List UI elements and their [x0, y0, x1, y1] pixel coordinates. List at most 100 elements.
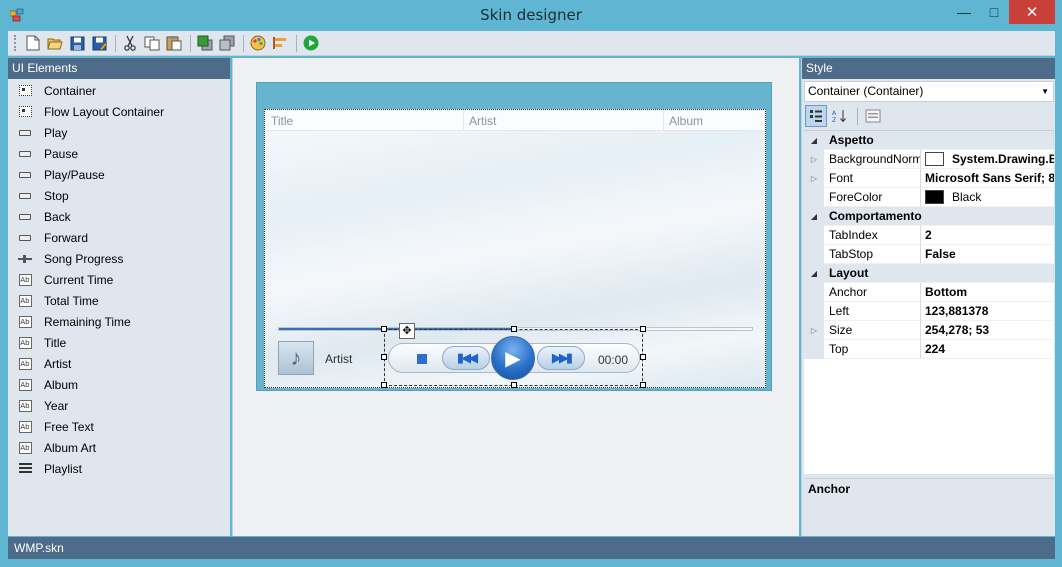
property-value[interactable]: Microsoft Sans Serif; 8,25pt [921, 169, 1054, 188]
column-title[interactable]: Title [266, 111, 464, 130]
collapse-icon[interactable]: ◢ [804, 264, 824, 283]
save-as-icon[interactable] [89, 33, 109, 53]
resize-handle[interactable] [640, 382, 646, 388]
close-button[interactable]: ✕ [1009, 0, 1055, 24]
ui-element-item[interactable]: Play/Pause [8, 164, 230, 185]
skin-form[interactable]: Title Artist Album ♪ Artist ▮◀◀ ▶▶▮ ▶ 00… [256, 82, 772, 391]
property-category[interactable]: ◢ Aspetto [804, 131, 1054, 150]
ui-element-item[interactable]: Ab Total Time [8, 290, 230, 311]
property-row[interactable]: ▷Font Microsoft Sans Serif; 8,25pt [804, 169, 1054, 188]
ui-element-item[interactable]: Ab Artist [8, 353, 230, 374]
property-row[interactable]: Anchor Bottom [804, 283, 1054, 302]
minimize-button[interactable]: — [949, 0, 979, 24]
ui-element-item[interactable]: Ab Free Text [8, 416, 230, 437]
cut-icon[interactable] [120, 33, 140, 53]
property-row[interactable]: Left 123,881378 [804, 302, 1054, 321]
ui-element-item[interactable]: Flow Layout Container [8, 101, 230, 122]
paste-icon[interactable] [164, 33, 184, 53]
ui-element-item[interactable]: Song Progress [8, 248, 230, 269]
property-value-text: 2 [925, 227, 932, 242]
toolbar-separator [243, 34, 244, 52]
align-icon[interactable] [270, 33, 290, 53]
run-icon[interactable] [301, 33, 321, 53]
property-value[interactable]: Black [921, 188, 1054, 207]
copy-icon[interactable] [142, 33, 162, 53]
property-value[interactable]: 224 [921, 340, 1054, 359]
resize-handle[interactable] [381, 382, 387, 388]
property-value[interactable]: System.Drawing.Bitmap [921, 150, 1054, 169]
resize-handle[interactable] [511, 382, 517, 388]
property-category-name: Comportamento [824, 207, 1054, 226]
property-row[interactable]: ▷ Size 254,278; 53 [804, 321, 1054, 340]
palette-icon[interactable] [248, 33, 268, 53]
collapse-icon[interactable]: ◢ [804, 207, 824, 226]
button-icon [17, 168, 33, 182]
property-category[interactable]: ◢ Layout [804, 264, 1054, 283]
property-value[interactable]: False [921, 245, 1054, 264]
open-icon[interactable] [45, 33, 65, 53]
resize-handle[interactable] [381, 326, 387, 332]
ui-elements-header: UI Elements [8, 58, 230, 79]
resize-handle[interactable] [511, 326, 517, 332]
ui-element-item[interactable]: Forward [8, 227, 230, 248]
save-icon[interactable] [67, 33, 87, 53]
property-value[interactable]: 254,278; 53 [921, 321, 1054, 340]
ui-element-item[interactable]: Back [8, 206, 230, 227]
ui-element-item[interactable]: Ab Album Art [8, 437, 230, 458]
resize-handle[interactable] [381, 354, 387, 360]
expand-icon[interactable]: ▷ [804, 321, 824, 340]
ui-element-item[interactable]: Pause [8, 143, 230, 164]
ui-element-item[interactable]: Playlist [8, 458, 230, 479]
property-value[interactable]: 123,881378 [921, 302, 1054, 321]
ui-element-label: Album Art [44, 440, 97, 455]
resize-handle[interactable] [640, 354, 646, 360]
resize-handle[interactable] [640, 326, 646, 332]
ui-element-item[interactable]: Play [8, 122, 230, 143]
column-artist[interactable]: Artist [464, 111, 664, 130]
toolbar-grip[interactable] [14, 35, 17, 51]
title-bar[interactable]: Skin designer — □ ✕ [0, 0, 1062, 30]
skin-container[interactable]: Title Artist Album ♪ Artist ▮◀◀ ▶▶▮ ▶ 00… [264, 109, 766, 388]
playlist-header[interactable]: Title Artist Album [266, 111, 764, 131]
ui-element-label: Title [44, 335, 67, 350]
ui-element-item[interactable]: Container [8, 80, 230, 101]
ui-element-label: Album [44, 377, 79, 392]
property-row[interactable]: ForeColor Black [804, 188, 1054, 207]
status-bar: WMP.skn [8, 537, 1055, 559]
property-row[interactable]: TabIndex 2 [804, 226, 1054, 245]
bring-front-icon[interactable] [195, 33, 215, 53]
property-row[interactable]: TabStop False [804, 245, 1054, 264]
property-gutter [804, 226, 824, 245]
ui-element-item[interactable]: Ab Title [8, 332, 230, 353]
expand-icon[interactable]: ▷ [804, 169, 824, 188]
new-icon[interactable] [23, 33, 43, 53]
maximize-button[interactable]: □ [979, 0, 1009, 24]
ui-element-item[interactable]: Ab Album [8, 374, 230, 395]
send-back-icon[interactable] [217, 33, 237, 53]
property-value[interactable]: Bottom [921, 283, 1054, 302]
object-selector[interactable]: Container (Container) ▼ [804, 81, 1054, 102]
selection-box[interactable] [381, 326, 646, 388]
ui-element-item[interactable]: Ab Current Time [8, 269, 230, 290]
ui-element-label: Back [44, 209, 71, 224]
property-category[interactable]: ◢ Comportamento [804, 207, 1054, 226]
property-value[interactable]: 2 [921, 226, 1054, 245]
property-grid[interactable]: ◢Aspetto▷BackgroundNormSystem.Drawing.Bi… [804, 130, 1054, 474]
property-row[interactable]: Top 224 [804, 340, 1054, 359]
ui-element-label: Song Progress [44, 251, 124, 266]
collapse-icon[interactable]: ◢ [804, 131, 824, 150]
column-album[interactable]: Album [664, 111, 764, 130]
move-icon[interactable]: ✥ [399, 323, 415, 339]
music-note-icon: ♪ [290, 345, 302, 370]
ui-element-item[interactable]: Stop [8, 185, 230, 206]
style-header: Style [802, 58, 1055, 79]
ui-element-item[interactable]: Ab Remaining Time [8, 311, 230, 332]
property-row[interactable]: ▷BackgroundNorm System.Drawing.Bitmap [804, 150, 1054, 169]
alphabetical-icon[interactable]: AZ [829, 105, 851, 127]
categorized-icon[interactable] [805, 105, 827, 127]
property-gutter [804, 245, 824, 264]
property-pages-icon[interactable] [862, 105, 884, 127]
design-canvas[interactable]: Title Artist Album ♪ Artist ▮◀◀ ▶▶▮ ▶ 00… [232, 58, 799, 536]
ui-element-item[interactable]: Ab Year [8, 395, 230, 416]
expand-icon[interactable]: ▷ [804, 150, 824, 169]
